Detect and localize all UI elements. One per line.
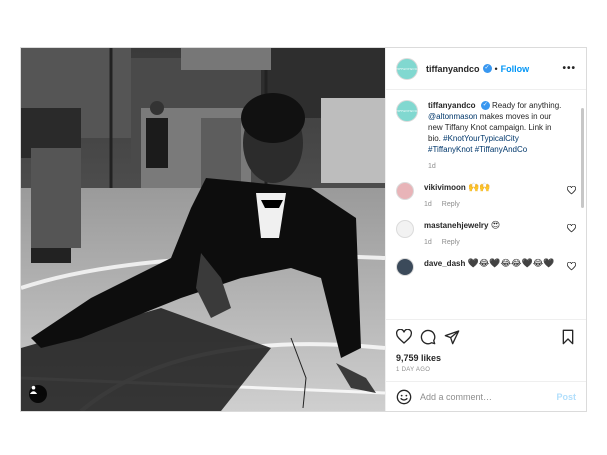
comments-scrollbar[interactable] bbox=[581, 108, 584, 208]
add-comment-bar: Add a comment… Post bbox=[386, 381, 586, 411]
likes-count[interactable]: 9,759 likes bbox=[386, 353, 586, 363]
comment-avatar[interactable] bbox=[396, 220, 414, 238]
verified-badge-icon: ✓ bbox=[480, 101, 490, 111]
caption-mention-link[interactable]: @altonmason bbox=[428, 112, 477, 121]
person-icon bbox=[29, 385, 38, 394]
emoji-icon[interactable] bbox=[396, 389, 412, 405]
reply-button[interactable]: Reply bbox=[442, 201, 460, 208]
hashtag-link[interactable]: #TiffanyKnot bbox=[428, 145, 472, 154]
comment-item: vikivimoon 🙌🙌 1d Reply bbox=[396, 182, 576, 210]
comment-text: 🙌🙌 bbox=[468, 182, 491, 192]
comment-meta: 1d Reply bbox=[424, 199, 562, 210]
caption-avatar[interactable]: TIFFANY&CO. bbox=[396, 100, 418, 122]
post-comment-button[interactable]: Post bbox=[556, 392, 576, 402]
post-time[interactable]: 1 DAY AGO bbox=[386, 363, 586, 381]
comment-meta: 1d Reply bbox=[424, 237, 562, 248]
comment-item: mastanehjewelry 😍 1d Reply bbox=[396, 220, 576, 248]
comments-list: TIFFANY&CO. tiffanyandco ✓ Ready for any… bbox=[386, 90, 586, 319]
comment-body: dave_dash 🖤😂🖤😂😂🖤😂🖤 bbox=[424, 258, 576, 276]
like-comment-heart-icon[interactable] bbox=[567, 262, 576, 271]
account-avatar[interactable]: TIFFANY&CO. bbox=[395, 57, 419, 80]
more-options-button[interactable]: ••• bbox=[562, 63, 576, 74]
reply-button[interactable]: Reply bbox=[442, 239, 460, 246]
comment-username[interactable]: dave_dash bbox=[424, 259, 465, 268]
comment-text: 😍 bbox=[490, 220, 501, 230]
heart-icon[interactable] bbox=[396, 328, 412, 345]
post-sidebar: TIFFANY&CO. tiffanyandco ✓ • Follow ••• … bbox=[385, 48, 586, 411]
caption-meta: 1d bbox=[428, 161, 562, 172]
verified-badge-icon: ✓ bbox=[482, 64, 492, 73]
post-photo[interactable] bbox=[21, 48, 385, 411]
comment-age[interactable]: 1d bbox=[424, 239, 432, 246]
comment-body: vikivimoon 🙌🙌 1d Reply bbox=[424, 182, 576, 210]
comment-avatar[interactable] bbox=[396, 182, 414, 200]
comment-item: dave_dash 🖤😂🖤😂😂🖤😂🖤 bbox=[396, 258, 576, 276]
action-bar bbox=[386, 319, 586, 353]
comment-username[interactable]: mastanehjewelry bbox=[424, 221, 488, 230]
comment-avatar[interactable] bbox=[396, 258, 414, 276]
hashtag-link[interactable]: #KnotYourTypicalCity bbox=[443, 134, 519, 143]
comment-icon[interactable] bbox=[420, 329, 436, 345]
share-icon[interactable] bbox=[444, 329, 460, 345]
caption: TIFFANY&CO. tiffanyandco ✓ Ready for any… bbox=[396, 100, 576, 172]
instagram-post: TIFFANY&CO. tiffanyandco ✓ • Follow ••• … bbox=[20, 47, 587, 412]
caption-text-before: Ready for anything. bbox=[492, 101, 562, 110]
comment-text: 🖤😂🖤😂😂🖤😂🖤 bbox=[467, 258, 555, 268]
avatar-logo-text: TIFFANY&CO. bbox=[395, 66, 419, 71]
account-username[interactable]: tiffanyandco bbox=[426, 64, 480, 74]
hashtag-link[interactable]: #TiffanyAndCo bbox=[475, 145, 527, 154]
photo-illustration bbox=[21, 48, 385, 411]
post-header: TIFFANY&CO. tiffanyandco ✓ • Follow ••• bbox=[386, 48, 586, 90]
tagged-users-button[interactable] bbox=[29, 385, 47, 403]
avatar-logo-text: TIFFANY&CO. bbox=[395, 109, 419, 113]
comment-body: mastanehjewelry 😍 1d Reply bbox=[424, 220, 576, 248]
comment-username[interactable]: vikivimoon bbox=[424, 183, 466, 192]
header-separator: • bbox=[494, 63, 498, 74]
caption-age[interactable]: 1d bbox=[428, 163, 436, 170]
like-comment-heart-icon[interactable] bbox=[567, 224, 576, 233]
comment-input[interactable]: Add a comment… bbox=[420, 392, 556, 402]
follow-button[interactable]: Follow bbox=[501, 64, 530, 74]
comment-age[interactable]: 1d bbox=[424, 201, 432, 208]
bookmark-icon[interactable] bbox=[560, 329, 576, 345]
like-comment-heart-icon[interactable] bbox=[567, 186, 576, 195]
caption-username[interactable]: tiffanyandco bbox=[428, 101, 476, 110]
caption-body: tiffanyandco ✓ Ready for anything. @alto… bbox=[428, 100, 576, 172]
